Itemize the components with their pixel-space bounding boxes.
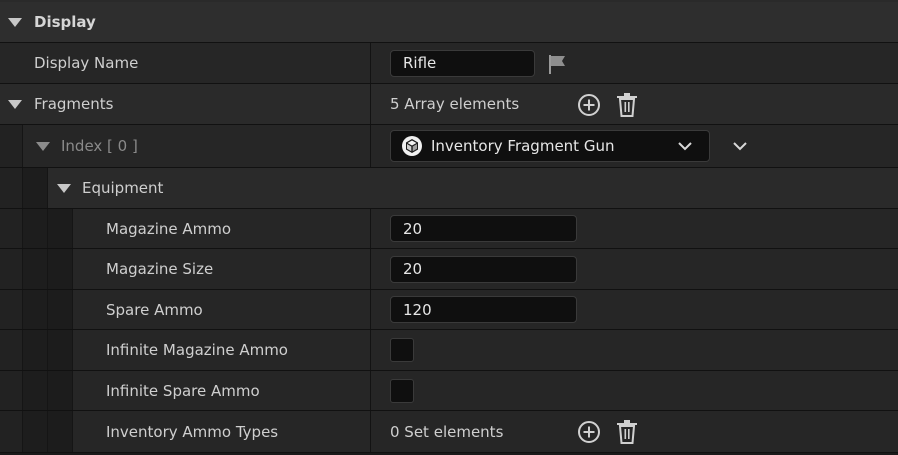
property-label-infinite-spare-ammo: Infinite Spare Ammo bbox=[106, 381, 260, 400]
column-splitter[interactable] bbox=[370, 209, 371, 248]
column-splitter[interactable] bbox=[370, 249, 371, 289]
property-label-index-0: Index [ 0 ] bbox=[61, 137, 138, 155]
property-row-magazine-size: Magazine Size 20 bbox=[0, 249, 898, 290]
ammo-types-set-count: 0 Set elements bbox=[390, 422, 504, 441]
magazine-size-field[interactable]: 20 bbox=[390, 255, 577, 283]
property-label-inventory-ammo-types: Inventory Ammo Types bbox=[106, 422, 279, 441]
column-splitter[interactable] bbox=[370, 411, 371, 452]
property-label-magazine-size: Magazine Size bbox=[106, 260, 214, 278]
property-label-display-name: Display Name bbox=[34, 54, 139, 72]
fragments-array-count: 5 Array elements bbox=[390, 95, 520, 113]
section-title-display: Display bbox=[34, 13, 96, 31]
property-label-equipment: Equipment bbox=[82, 179, 164, 197]
property-row-display-name: Display Name Rifle bbox=[0, 43, 898, 84]
column-splitter[interactable] bbox=[370, 290, 371, 329]
delete-all-elements-icon[interactable] bbox=[615, 419, 639, 445]
column-splitter[interactable] bbox=[370, 330, 371, 370]
magazine-ammo-field[interactable]: 20 bbox=[390, 215, 577, 242]
flag-icon[interactable] bbox=[545, 53, 569, 75]
column-splitter[interactable] bbox=[370, 43, 371, 83]
property-label-spare-ammo: Spare Ammo bbox=[106, 300, 203, 319]
add-element-icon[interactable] bbox=[576, 92, 602, 118]
fragment-class-value: Inventory Fragment Gun bbox=[431, 137, 615, 155]
chevron-down-icon bbox=[677, 139, 693, 157]
expand-triangle-icon[interactable] bbox=[36, 141, 50, 151]
property-row-equipment: Equipment bbox=[0, 168, 898, 209]
cube-icon bbox=[401, 135, 423, 157]
infinite-spare-ammo-checkbox[interactable] bbox=[390, 378, 414, 403]
add-element-icon[interactable] bbox=[576, 419, 602, 445]
property-label-magazine-ammo: Magazine Ammo bbox=[106, 219, 232, 238]
property-row-inventory-ammo-types: Inventory Ammo Types 0 Set elements bbox=[0, 411, 898, 453]
infinite-magazine-ammo-checkbox[interactable] bbox=[390, 338, 414, 362]
column-splitter[interactable] bbox=[370, 84, 371, 124]
property-label-fragments: Fragments bbox=[34, 95, 114, 113]
column-splitter[interactable] bbox=[370, 371, 371, 410]
spare-ammo-field[interactable]: 120 bbox=[390, 296, 577, 323]
property-row-spare-ammo: Spare Ammo 120 bbox=[0, 290, 898, 330]
property-row-infinite-magazine-ammo: Infinite Magazine Ammo bbox=[0, 330, 898, 371]
property-row-infinite-spare-ammo: Infinite Spare Ammo bbox=[0, 371, 898, 411]
expand-triangle-icon[interactable] bbox=[8, 17, 22, 27]
expand-triangle-icon[interactable] bbox=[57, 183, 71, 193]
property-label-infinite-magazine-ammo: Infinite Magazine Ammo bbox=[106, 341, 288, 359]
expand-triangle-icon[interactable] bbox=[8, 99, 22, 109]
property-row-index-0: Index [ 0 ] Inventory Fragment Gun bbox=[0, 125, 898, 168]
details-panel: Display Display Name Rifle Fragments 5 A… bbox=[0, 0, 898, 455]
section-header-display[interactable]: Display bbox=[0, 2, 898, 43]
property-row-fragments: Fragments 5 Array elements bbox=[0, 84, 898, 125]
column-splitter[interactable] bbox=[370, 125, 371, 167]
chevron-down-icon[interactable] bbox=[730, 138, 750, 154]
delete-all-elements-icon[interactable] bbox=[615, 92, 639, 118]
property-row-magazine-ammo: Magazine Ammo 20 bbox=[0, 209, 898, 249]
display-name-field[interactable]: Rifle bbox=[390, 49, 535, 77]
fragment-class-dropdown[interactable]: Inventory Fragment Gun bbox=[390, 130, 710, 162]
